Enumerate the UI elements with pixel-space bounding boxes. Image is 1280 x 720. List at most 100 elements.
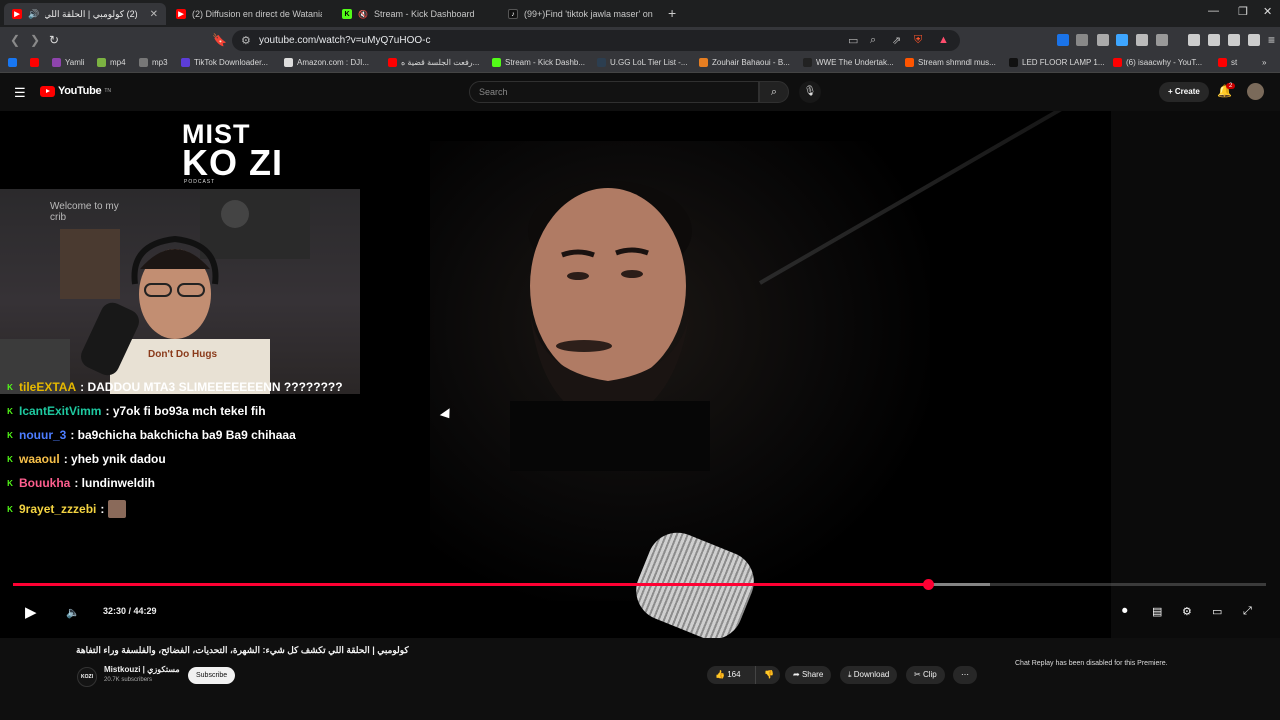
download-button[interactable]: ⤓ Download <box>840 666 898 684</box>
chat-replay-disabled-text: Chat Replay has been disabled for this P… <box>1015 660 1168 667</box>
chat-message: Knouur_3: ba9chicha bakchicha ba9 Ba9 ch… <box>5 428 296 442</box>
bookmark-item[interactable] <box>8 58 17 67</box>
extensions-puzzle-icon[interactable] <box>1136 34 1148 46</box>
player-right-pane <box>1111 111 1280 638</box>
account-avatar[interactable] <box>1247 83 1264 100</box>
bookmarks-bar: Yamli mp4 mp3 TikTok Downloader... Amazon.co… <box>0 54 1280 73</box>
bookmark-item[interactable] <box>30 58 39 67</box>
bookmark-item[interactable]: (6) isaacwhy - YouT... <box>1113 58 1202 67</box>
maximize-icon[interactable]: ❐ <box>1238 5 1248 18</box>
kick-favicon-icon: K <box>342 9 352 19</box>
extension-icon[interactable] <box>1076 34 1088 46</box>
bookmark-item[interactable]: WWE The Undertak... <box>803 58 894 67</box>
bookmark-item[interactable]: TikTok Downloader... <box>181 58 268 67</box>
clip-button[interactable]: ✂ Clip <box>906 666 945 684</box>
extension-icon[interactable] <box>1057 34 1069 46</box>
brave-shield-icon[interactable]: ⛨ <box>914 34 922 47</box>
tab-label: (2) كولومبي | الحلقة اللي تكشف <box>45 8 138 19</box>
muted-icon[interactable]: 🔇 <box>358 10 368 19</box>
share-page-icon[interactable]: ⇗ <box>892 34 901 47</box>
site-info-icon[interactable]: ⚙ <box>241 34 251 47</box>
search-icon[interactable]: ⌕ <box>759 81 789 103</box>
extension-icon[interactable] <box>1116 34 1128 46</box>
bookmark-favicon-icon <box>1009 58 1018 67</box>
chat-message: K 9rayet_zzzebi: <box>5 500 127 518</box>
browser-toolbar: ❮ ❯ ↻ 🔖 ⚙ youtube.com/watch?v=uMyQ7uHOO-… <box>0 27 1280 54</box>
tab-watania2[interactable]: ▶ (2) Diffusion en direct de Watania2 R <box>168 3 330 25</box>
tab-label: (2) Diffusion en direct de Watania2 R <box>192 9 322 19</box>
bookmark-label: رفعت الجلسة قضية ه... <box>401 58 480 67</box>
like-button[interactable]: 👍 164 <box>707 666 755 684</box>
settings-gear-icon[interactable]: ⚙ <box>1182 605 1192 618</box>
forward-icon[interactable]: ❯ <box>30 33 40 47</box>
search-input[interactable]: Search <box>469 81 759 103</box>
channel-name[interactable]: Mistkouzi | مستكوزي <box>104 665 180 674</box>
bookmark-item[interactable]: mp3 <box>139 58 168 67</box>
dislike-button[interactable]: 👎 <box>755 666 780 684</box>
share-button[interactable]: ➦ Share <box>785 666 832 684</box>
notification-count-badge: 2 <box>1226 83 1236 89</box>
voice-search-icon[interactable]: 🎙 <box>799 81 821 103</box>
scrubber-handle[interactable] <box>922 579 934 590</box>
bookmark-favicon-icon <box>699 58 708 67</box>
browser-menu-icon[interactable]: ≡ <box>1268 33 1275 47</box>
extension-icon[interactable] <box>1156 34 1168 46</box>
chat-message: K IcantExitVimm: y7ok fi bo93a mch tekel … <box>5 404 265 418</box>
bookmark-item[interactable]: Stream shmndl mus... <box>905 58 996 67</box>
video-player[interactable]: MIST KO ZI PODCAST Welcome to my crib Do… <box>0 111 1280 638</box>
url-text[interactable]: youtube.com/watch?v=uMyQ7uHOO-c <box>259 35 430 46</box>
minimize-icon[interactable]: — <box>1208 5 1219 17</box>
chat-username: 9rayet_zzzebi <box>19 502 97 516</box>
cast-icon[interactable]: ▭ <box>848 34 858 47</box>
play-icon[interactable]: ▶ <box>25 603 37 621</box>
subscribe-button[interactable]: Subscribe <box>188 667 236 684</box>
share-label: Share <box>801 670 824 679</box>
hamburger-menu-icon[interactable]: ☰ <box>14 85 26 101</box>
channel-avatar[interactable]: KOZI <box>77 667 97 687</box>
bookmark-favicon-icon <box>30 58 39 67</box>
speaker-icon[interactable]: 🔊 <box>28 9 39 20</box>
create-button[interactable]: + Create <box>1159 82 1209 102</box>
more-actions-icon[interactable]: ⋯ <box>953 666 977 684</box>
subtitles-icon[interactable]: ▤ <box>1152 605 1162 618</box>
progress-bar[interactable] <box>13 579 1266 590</box>
bookmark-item[interactable]: st <box>1218 58 1237 67</box>
chat-username: waaoul <box>19 452 60 466</box>
autoplay-toggle-icon[interactable]: ⏺ <box>1122 605 1128 618</box>
bookmark-item[interactable]: Amazon.com : DJI... <box>284 58 369 67</box>
tab-youtube-video[interactable]: ▶ 🔊 (2) كولومبي | الحلقة اللي تكشف ✕ <box>4 3 166 25</box>
bookmark-label: WWE The Undertak... <box>816 58 894 67</box>
media-control-icon[interactable] <box>1188 34 1200 46</box>
leo-ai-icon[interactable] <box>1248 34 1260 46</box>
close-window-icon[interactable]: ✕ <box>1263 5 1272 18</box>
zoom-icon[interactable]: ⌕ <box>870 34 876 47</box>
close-tab-icon[interactable]: ✕ <box>150 9 158 20</box>
tab-tiktok[interactable]: ♪ (99+)Find 'tiktok jawla maser' on TikT <box>500 3 662 25</box>
youtube-logo[interactable]: YouTube TN <box>40 85 111 97</box>
new-tab-button[interactable]: + <box>668 5 676 21</box>
bookmark-item[interactable]: LED FLOOR LAMP 1... <box>1009 58 1105 67</box>
bookmark-icon[interactable]: 🔖 <box>212 33 227 47</box>
bookmarks-overflow-icon[interactable]: » <box>1262 58 1266 67</box>
back-icon[interactable]: ❮ <box>10 33 20 47</box>
sidebar-icon[interactable] <box>1208 34 1220 46</box>
theater-mode-icon[interactable]: ▭ <box>1212 605 1222 618</box>
bookmark-item[interactable]: mp4 <box>97 58 126 67</box>
volume-icon[interactable]: 🔈 <box>66 606 80 619</box>
bookmark-item[interactable]: U.GG LoL Tier List -... <box>597 58 688 67</box>
bookmark-item[interactable]: Zouhair Bahaoui - B... <box>699 58 790 67</box>
tab-kick-dashboard[interactable]: K 🔇 Stream - Kick Dashboard <box>334 3 496 25</box>
wallet-icon[interactable] <box>1228 34 1240 46</box>
extension-icon[interactable] <box>1097 34 1109 46</box>
youtube-play-logo-icon <box>40 85 55 97</box>
reload-icon[interactable]: ↻ <box>49 33 59 47</box>
bookmark-item[interactable]: Stream - Kick Dashb... <box>492 58 585 67</box>
thumbs-up-icon: 👍 <box>715 670 725 679</box>
bookmark-label: U.GG LoL Tier List -... <box>610 58 688 67</box>
brave-rewards-icon[interactable]: ▲ <box>938 34 949 46</box>
bookmark-item[interactable]: رفعت الجلسة قضية ه... <box>388 58 479 67</box>
address-bar[interactable]: ⚙ youtube.com/watch?v=uMyQ7uHOO-c ▭ ⌕ ⇗ … <box>232 30 960 51</box>
webcam-scene-image <box>0 189 310 394</box>
fullscreen-icon[interactable]: ⤢ <box>1243 605 1252 618</box>
bookmark-item[interactable]: Yamli <box>52 58 84 67</box>
